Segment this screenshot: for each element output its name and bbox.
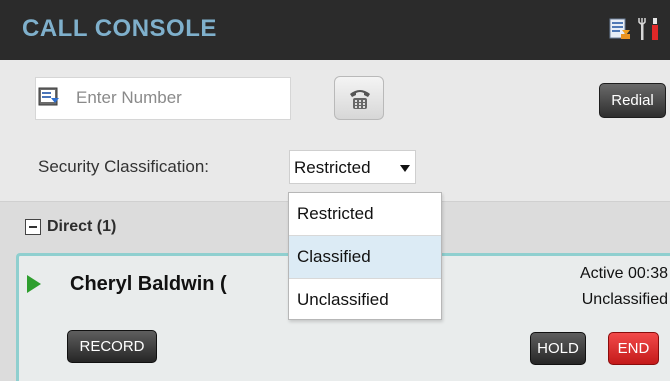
phonebook-icon[interactable]	[38, 87, 60, 107]
form-icon[interactable]	[609, 18, 631, 40]
dropdown-option-restricted[interactable]: Restricted	[289, 193, 441, 235]
section-label-direct[interactable]: Direct (1)	[47, 218, 116, 236]
settings-icon[interactable]	[638, 16, 662, 42]
end-call-button[interactable]: END	[608, 332, 659, 365]
header-bar: CALL CONSOLE	[0, 0, 670, 60]
security-classification-select[interactable]: Restricted	[289, 150, 416, 184]
chevron-down-icon	[400, 165, 410, 172]
phone-dialpad-icon	[350, 90, 370, 109]
collapse-icon[interactable]	[25, 219, 41, 235]
record-button[interactable]: RECORD	[67, 330, 157, 363]
selected-classification: Restricted	[294, 158, 371, 177]
security-classification-label: Security Classification:	[38, 157, 210, 176]
play-icon[interactable]	[27, 275, 41, 293]
number-input[interactable]	[76, 84, 284, 112]
hold-button[interactable]: HOLD	[530, 332, 586, 365]
call-console: CALL CONSOLE Enter Number Redial Securit…	[0, 0, 670, 381]
classification-dropdown-menu: Restricted Classified Unclassified	[288, 192, 442, 320]
call-timer: Active 00:38	[579, 265, 668, 282]
dropdown-option-classified[interactable]: Classified	[289, 236, 441, 278]
caller-name: Cheryl Baldwin (	[70, 273, 227, 295]
redial-button[interactable]: Redial	[599, 83, 666, 118]
app-title: CALL CONSOLE	[22, 15, 217, 42]
dial-button[interactable]	[334, 76, 384, 120]
dropdown-option-unclassified[interactable]: Unclassified	[289, 279, 441, 321]
dial-number-field[interactable]	[35, 77, 291, 120]
call-status: Active 00:38 Unclassified	[520, 261, 668, 313]
call-classification: Unclassified	[581, 291, 668, 308]
